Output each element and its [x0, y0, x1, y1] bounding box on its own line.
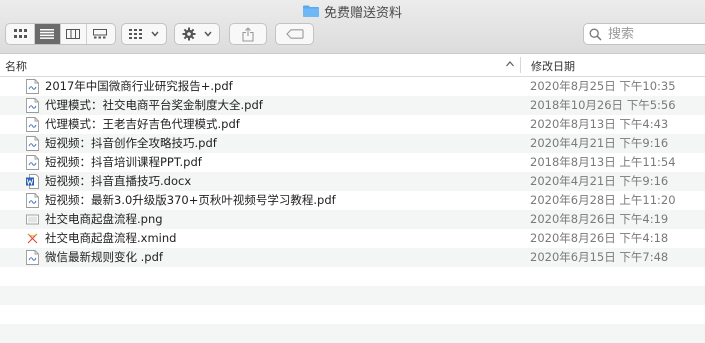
file-name: 短视频：抖音创作全攻略技巧.pdf — [45, 136, 217, 150]
window-titlebar: 免费赠送资料 — [0, 0, 705, 54]
folder-icon — [302, 5, 319, 17]
pdf-file-icon — [26, 193, 39, 208]
xmind-file-icon — [27, 233, 38, 244]
pdf-file-icon — [26, 155, 39, 170]
gallery-view-button[interactable] — [87, 24, 113, 44]
file-row[interactable]: 微信最新规则变化 .pdf 2020年6月15日 下午7:48 — [0, 248, 705, 267]
file-date: 2018年8月13日 上午11:54 — [530, 155, 676, 169]
pdf-file-icon — [26, 250, 39, 265]
file-name: 短视频：抖音直播技巧.docx — [45, 174, 192, 188]
gallery-view-icon — [92, 29, 107, 39]
share-button[interactable] — [229, 23, 267, 45]
file-name: 社交电商起盘流程.xmind — [45, 231, 177, 245]
file-name: 代理模式：王老吉好吉色代理模式.pdf — [45, 117, 240, 131]
empty-row — [0, 324, 705, 343]
empty-row — [0, 286, 705, 305]
column-view-button[interactable] — [61, 24, 87, 44]
file-date: 2020年6月28日 上午11:20 — [530, 193, 676, 207]
file-date: 2020年8月13日 下午4:43 — [530, 117, 669, 131]
column-view-icon — [66, 29, 80, 39]
chevron-down-icon — [151, 31, 159, 37]
date-modified-column-header[interactable]: 修改日期 — [531, 58, 575, 74]
file-row[interactable]: 代理模式：王老吉好吉色代理模式.pdf 2020年8月13日 下午4:43 — [0, 115, 705, 134]
file-date: 2020年4月21日 下午9:16 — [530, 174, 669, 188]
file-row[interactable]: 短视频：抖音创作全攻略技巧.pdf 2020年4月21日 下午9:16 — [0, 134, 705, 153]
search-field[interactable] — [583, 23, 705, 45]
file-date: 2020年4月21日 下午9:16 — [530, 136, 669, 150]
share-icon — [242, 26, 254, 42]
tag-icon — [285, 29, 304, 39]
file-row[interactable]: 社交电商起盘流程.png 2020年8月26日 下午4:19 — [0, 210, 705, 229]
search-icon — [589, 28, 602, 41]
chevron-down-icon — [204, 31, 212, 37]
file-date: 2020年8月26日 下午4:18 — [530, 231, 669, 245]
file-row[interactable]: 社交电商起盘流程.xmind 2020年8月26日 下午4:18 — [0, 229, 705, 248]
image-file-icon — [26, 214, 39, 225]
file-row[interactable]: 短视频：抖音培训课程PPT.pdf 2018年8月13日 上午11:54 — [0, 153, 705, 172]
pdf-file-icon — [26, 136, 39, 151]
column-header: 名称 修改日期 — [0, 54, 705, 77]
empty-row — [0, 267, 705, 286]
sort-ascending-icon[interactable] — [505, 59, 515, 69]
file-date: 2020年6月15日 下午7:48 — [530, 250, 669, 264]
tag-button[interactable] — [275, 23, 314, 45]
gear-icon — [182, 27, 196, 41]
file-row[interactable]: 短视频：抖音直播技巧.docx 2020年4月21日 下午9:16 — [0, 172, 705, 191]
word-document-icon — [26, 174, 39, 189]
column-divider[interactable] — [520, 57, 521, 73]
file-row[interactable]: 2017年中国微商行业研究报告+.pdf 2020年8月25日 下午10:35 — [0, 77, 705, 96]
file-row[interactable]: 短视频：最新3.0升级版370+页秋叶视频号学习教程.pdf 2020年6月28… — [0, 191, 705, 210]
window-title-text: 免费赠送资料 — [323, 5, 402, 21]
window-title: 免费赠送资料 — [0, 3, 705, 21]
grid-icon — [129, 29, 142, 39]
name-column-header[interactable]: 名称 — [5, 58, 27, 74]
list-view-button[interactable] — [34, 24, 61, 44]
file-name: 短视频：最新3.0升级版370+页秋叶视频号学习教程.pdf — [45, 193, 336, 207]
pdf-file-icon — [26, 79, 39, 94]
file-date: 2020年8月26日 下午4:19 — [530, 212, 669, 226]
file-name: 微信最新规则变化 .pdf — [45, 250, 163, 264]
icon-view-icon — [14, 29, 27, 38]
view-mode-control[interactable] — [5, 23, 116, 45]
file-date: 2020年8月25日 下午10:35 — [530, 79, 676, 93]
list-view-icon — [40, 29, 54, 39]
file-list: 2017年中国微商行业研究报告+.pdf 2020年8月25日 下午10:35 … — [0, 77, 705, 343]
icon-view-button[interactable] — [9, 24, 35, 44]
file-date: 2018年10月26日 下午5:56 — [530, 98, 676, 112]
file-row[interactable]: 代理模式：社交电商平台奖金制度大全.pdf 2018年10月26日 下午5:56 — [0, 96, 705, 115]
empty-row — [0, 305, 705, 324]
file-name: 代理模式：社交电商平台奖金制度大全.pdf — [45, 98, 263, 112]
file-name: 2017年中国微商行业研究报告+.pdf — [45, 79, 233, 93]
group-button[interactable] — [121, 23, 167, 45]
pdf-file-icon — [26, 98, 39, 113]
file-name: 社交电商起盘流程.png — [45, 212, 163, 226]
pdf-file-icon — [26, 117, 39, 132]
file-name: 短视频：抖音培训课程PPT.pdf — [45, 155, 202, 169]
search-input[interactable] — [606, 25, 700, 43]
action-button[interactable] — [174, 23, 220, 45]
